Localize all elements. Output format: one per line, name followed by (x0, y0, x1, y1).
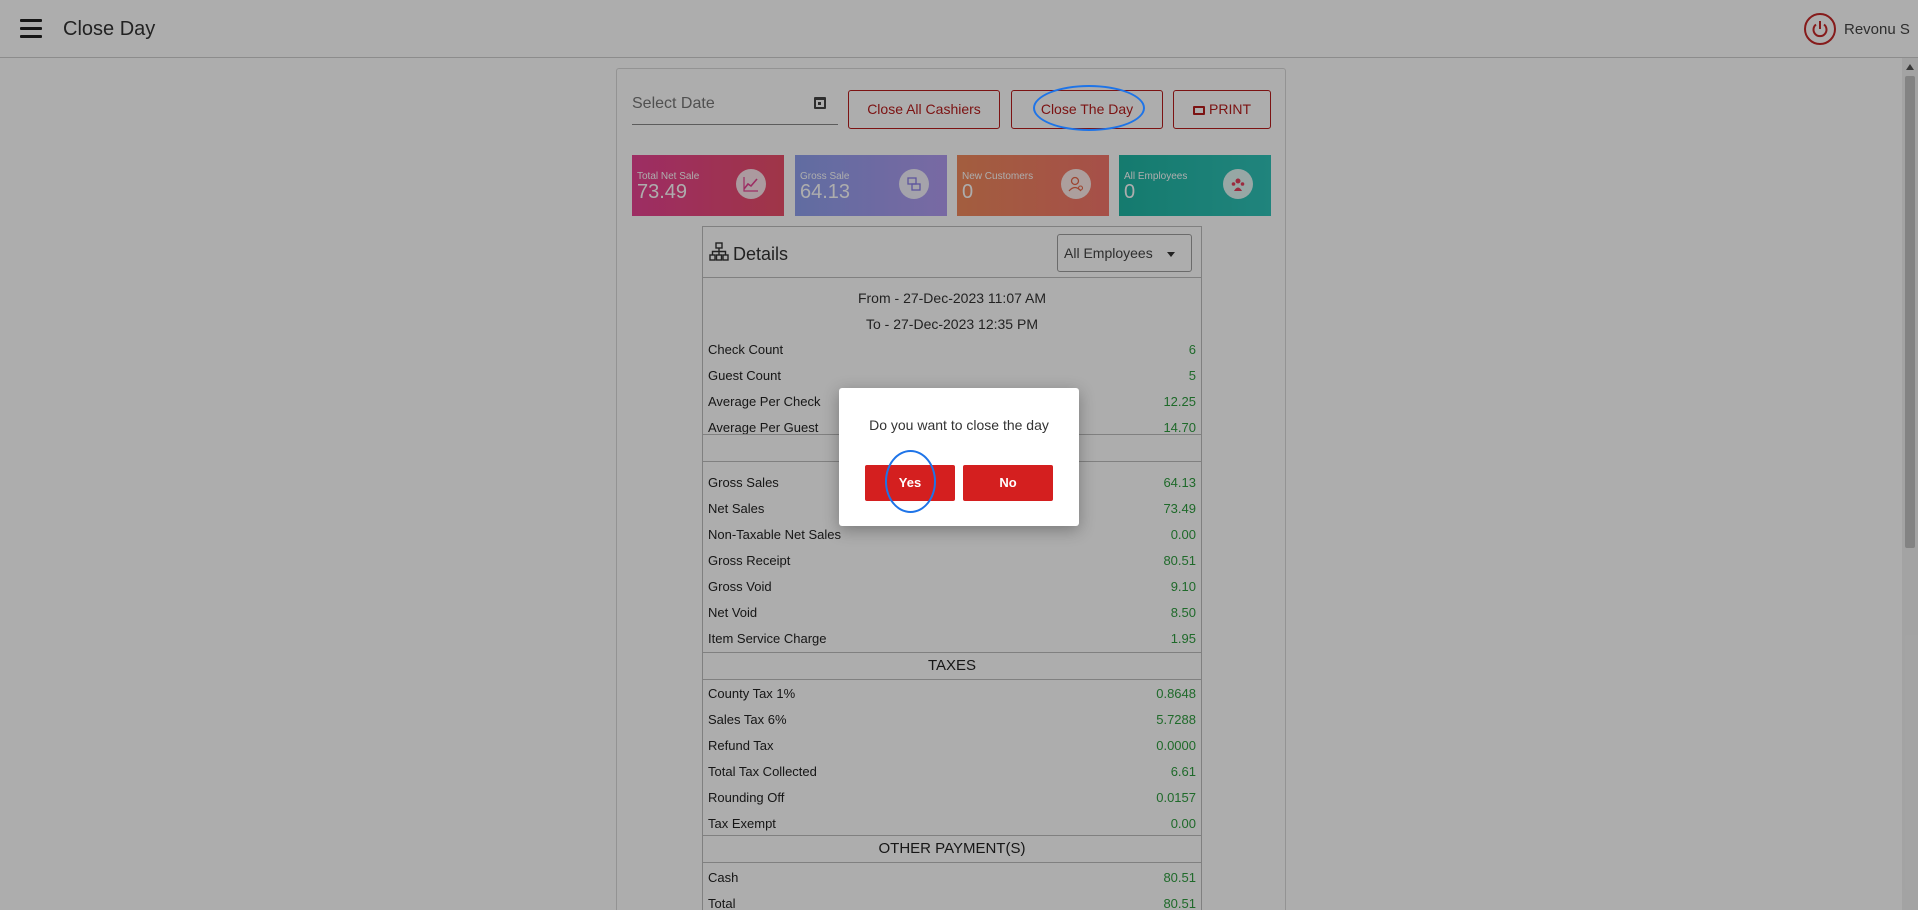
dialog-message: Do you want to close the day (869, 417, 1049, 433)
highlight-ring-yes (885, 450, 936, 513)
highlight-ring-close-day (1033, 85, 1145, 131)
no-button[interactable]: No (963, 465, 1053, 501)
close-day-confirm-dialog: Do you want to close the day Yes No (839, 388, 1079, 526)
